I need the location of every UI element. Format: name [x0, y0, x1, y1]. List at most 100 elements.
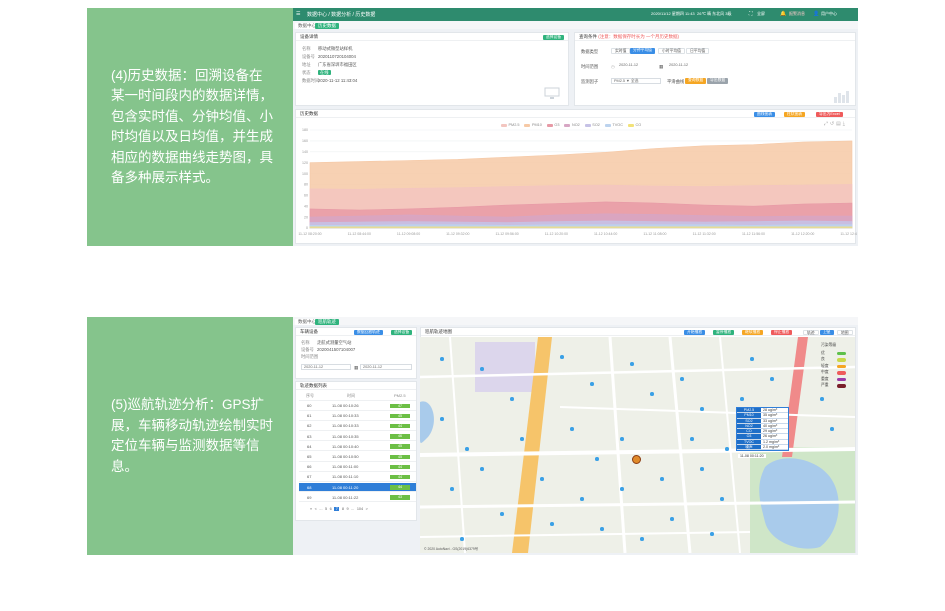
toggle-map[interactable]: 地图 [837, 329, 853, 335]
map-poi-icon[interactable] [820, 397, 824, 401]
map-poi-icon[interactable] [740, 397, 744, 401]
map-poi-icon[interactable] [440, 357, 444, 361]
map-poi-icon[interactable] [440, 417, 444, 421]
type-realtime[interactable]: 实时值 [611, 48, 631, 54]
map-poi-icon[interactable] [700, 467, 704, 471]
pause-play-button[interactable]: 暂停播放 [713, 329, 735, 335]
track-date-start[interactable]: 2020-11-12 [301, 364, 351, 370]
table-row[interactable]: 66 11-08 00:11:00 44 [299, 462, 416, 472]
fullscreen-label[interactable]: 全屏 [757, 11, 765, 17]
query-data-button[interactable]: 查询数据 [685, 78, 707, 84]
map-poi-icon[interactable] [510, 397, 514, 401]
table-row[interactable]: 65 11-08 00:10:50 45 [299, 452, 416, 462]
download-icon[interactable]: ⤓ [843, 121, 847, 127]
table-row[interactable]: 67 11-08 00:11:10 44 [299, 472, 416, 482]
map-poi-icon[interactable] [570, 427, 574, 431]
map-poi-icon[interactable] [660, 477, 664, 481]
tab-track[interactable]: 巡航轨迹 [315, 318, 339, 325]
pager-item[interactable]: 9 [347, 507, 349, 511]
toggle-satellite[interactable]: 卫星 [820, 329, 834, 335]
date-start-input[interactable]: 2020-11-12 [617, 63, 657, 69]
select-device-button[interactable]: 选择设备 [391, 329, 413, 335]
stop-play-button[interactable]: 停止播放 [771, 329, 793, 335]
toggle-track[interactable]: 轨迹 [803, 329, 819, 335]
map-poi-icon[interactable] [590, 382, 594, 386]
map-poi-icon[interactable] [650, 392, 654, 396]
resume-play-button[interactable]: 继续播放 [742, 329, 764, 335]
map-poi-icon[interactable] [480, 367, 484, 371]
map-poi-icon[interactable] [600, 527, 604, 531]
map-poi-icon[interactable] [620, 437, 624, 441]
pager-item[interactable]: ... [351, 507, 354, 511]
table-row[interactable]: 69 11-08 00:11:22 43 [299, 493, 416, 503]
pager-item[interactable]: 8 [342, 507, 344, 511]
row-pm25: 44 [390, 464, 410, 470]
map-poi-icon[interactable] [540, 477, 544, 481]
user-label[interactable]: 用户中心 [821, 11, 837, 17]
replay-track-button[interactable]: 数据回放轨迹 [354, 329, 383, 335]
export-data-button[interactable]: 导出数据 [707, 78, 729, 84]
table-row[interactable]: 60 11-08 00:10:26 47 [299, 401, 416, 411]
pager-item[interactable]: ... [319, 507, 322, 511]
map-poi-icon[interactable] [750, 357, 754, 361]
map-poi-icon[interactable] [560, 355, 564, 359]
pager-item[interactable]: 104 [357, 507, 363, 511]
map-poi-icon[interactable] [640, 537, 644, 541]
map-poi-icon[interactable] [670, 517, 674, 521]
vehicle-marker-icon[interactable] [632, 455, 641, 464]
tab-row: 数据中心 历史数据 [293, 21, 858, 29]
pager-item[interactable]: 7 [334, 507, 340, 511]
fullscreen-icon[interactable]: ⛶ [749, 11, 753, 17]
y-tick-label: 20 [304, 215, 308, 219]
map-canvas[interactable]: PM2.5 28 ug/m³ PM10 35 ug/m³ SO2 33 ug/m³ NO2 4… [420, 337, 855, 553]
map-poi-icon[interactable] [720, 497, 724, 501]
map-poi-icon[interactable] [480, 467, 484, 471]
calendar-icon[interactable]: ◷ [611, 64, 615, 70]
select-device-button[interactable]: 选择设备 [542, 34, 564, 40]
map-poi-icon[interactable] [770, 377, 774, 381]
map-poi-icon[interactable] [700, 407, 704, 411]
user-icon[interactable]: 👤 [813, 11, 819, 17]
map-poi-icon[interactable] [550, 522, 554, 526]
map-poi-icon[interactable] [465, 447, 469, 451]
table-row[interactable]: 61 11-08 00:10:33 45 [299, 411, 416, 421]
map-poi-icon[interactable] [580, 497, 584, 501]
type-hour-avg[interactable]: 小时平均值 [658, 48, 685, 54]
map-poi-icon[interactable] [710, 532, 714, 536]
type-day-avg[interactable]: 日平均值 [686, 48, 710, 54]
date-end-input[interactable]: 2020-11-12 [667, 63, 707, 69]
pager-item[interactable]: « [310, 507, 312, 511]
export-excel-button[interactable]: 导出为Excel [816, 111, 843, 117]
map-poi-icon[interactable] [725, 447, 729, 451]
factor-select[interactable]: PM2.5 ▼ 全选 [611, 78, 661, 84]
alarm-label[interactable]: 报警消息 [789, 11, 805, 17]
type-minute-avg[interactable]: 分钟平均值 [630, 48, 655, 54]
menu-icon[interactable]: ☰ [296, 11, 300, 17]
table-row[interactable]: 63 11-08 00:10:35 46 [299, 432, 416, 442]
map-poi-icon[interactable] [690, 437, 694, 441]
map-poi-icon[interactable] [500, 512, 504, 516]
start-play-button[interactable]: 开始播放 [684, 329, 706, 335]
map-poi-icon[interactable] [595, 457, 599, 461]
map-poi-icon[interactable] [520, 437, 524, 441]
map-poi-icon[interactable] [680, 377, 684, 381]
bar-chart-button[interactable]: 柱状图表 [784, 111, 806, 117]
table-row[interactable]: 68 11-08 00:11:20 44 [299, 482, 416, 493]
map-poi-icon[interactable] [630, 362, 634, 366]
table-row[interactable]: 62 11-08 00:10:33 44 [299, 421, 416, 431]
table-row[interactable]: 64 11-08 00:10:40 45 [299, 442, 416, 452]
map-base [420, 337, 855, 553]
pager-item[interactable]: 6 [330, 507, 332, 511]
pager-item[interactable]: < [315, 507, 317, 511]
data-view-icon[interactable]: ▤ [836, 121, 843, 127]
track-date-end[interactable]: 2020-11-12 [360, 364, 412, 370]
tab-history[interactable]: 历史数据 [315, 22, 339, 29]
map-poi-icon[interactable] [450, 487, 454, 491]
pager-item[interactable]: > [366, 507, 368, 511]
bell-icon[interactable]: 🔔 [780, 11, 786, 17]
line-chart-button[interactable]: 曲线图表 [754, 111, 776, 117]
map-poi-icon[interactable] [460, 537, 464, 541]
map-poi-icon[interactable] [830, 427, 834, 431]
map-poi-icon[interactable] [620, 487, 624, 491]
pager-item[interactable]: 5 [325, 507, 327, 511]
